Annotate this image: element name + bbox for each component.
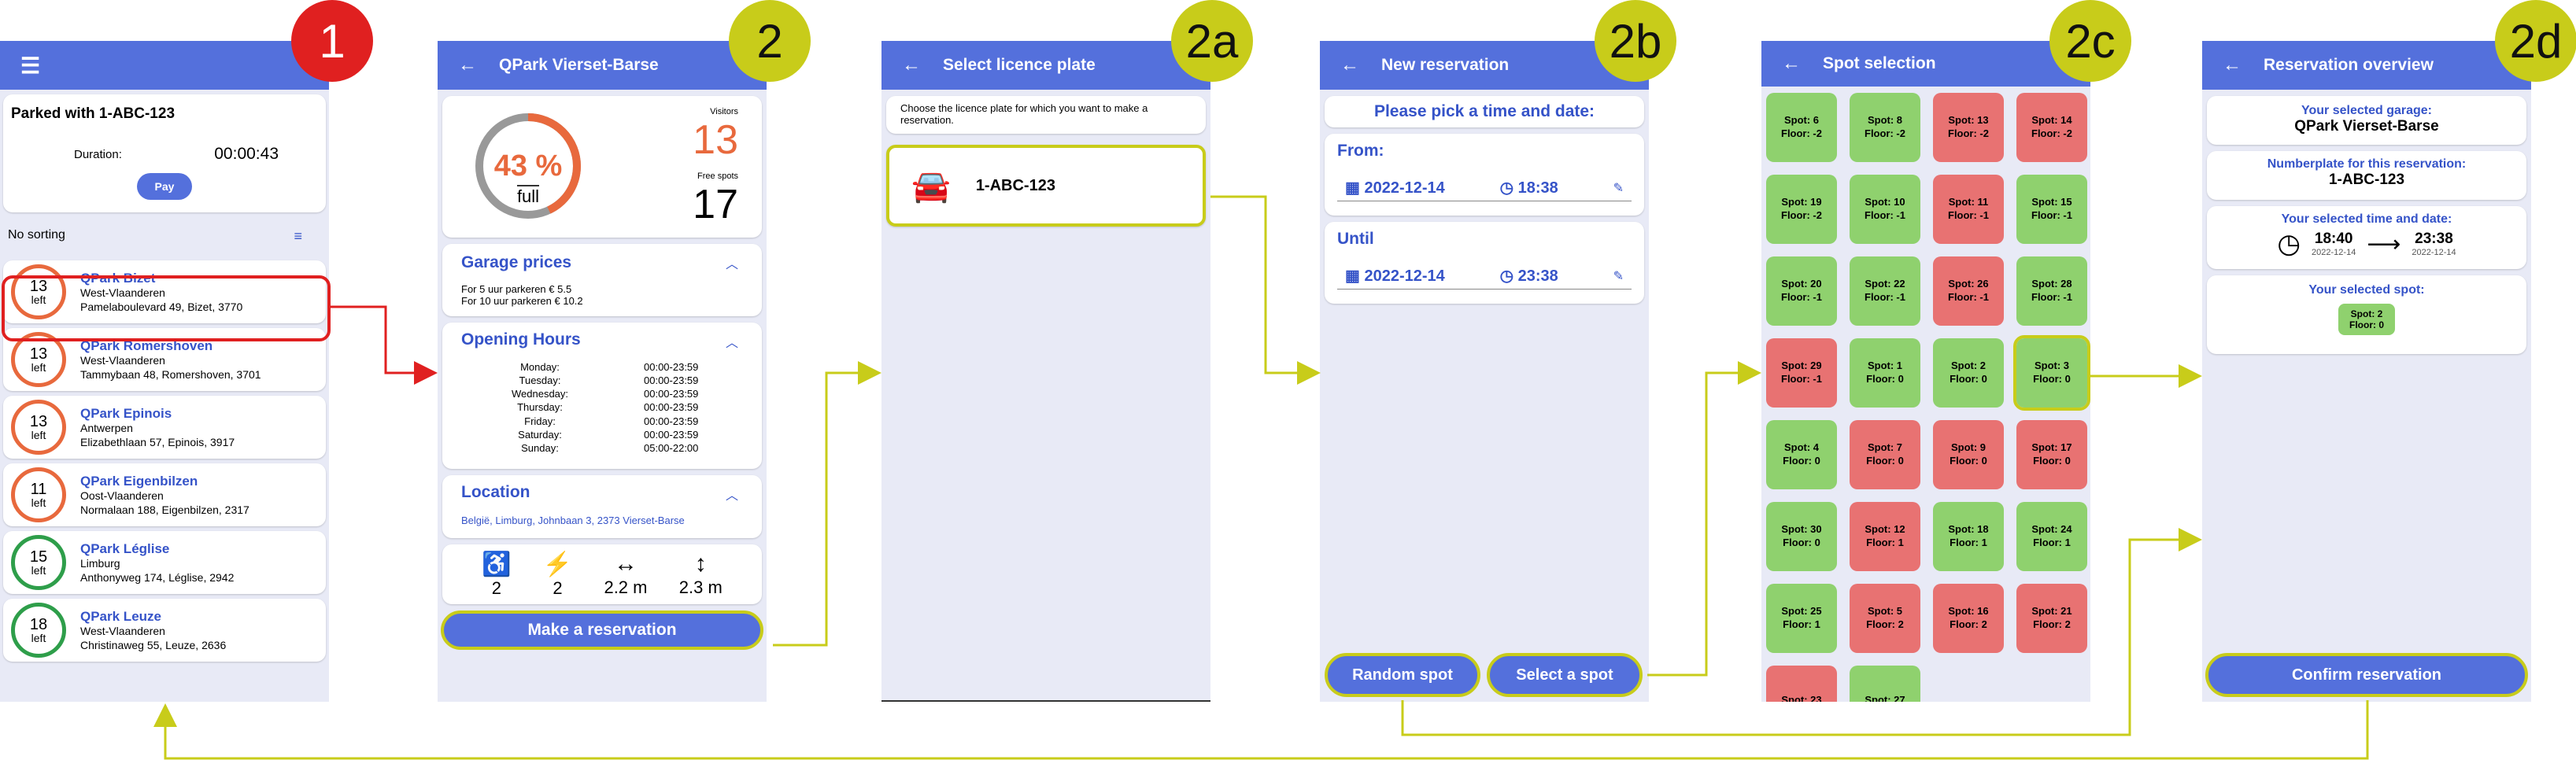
arrow-1-to-2	[329, 305, 438, 385]
arrow-random-to-2d	[1401, 528, 2202, 736]
arrow-2-to-2a	[773, 361, 881, 647]
arrow-2a-to-2b	[1210, 195, 1321, 385]
arrow-2b-to-2c	[1647, 361, 1761, 677]
flow-arrows	[2, 195, 2369, 760]
highlight-qpark-bizet	[2, 275, 331, 341]
arrow-confirm-to-1	[153, 700, 2369, 760]
